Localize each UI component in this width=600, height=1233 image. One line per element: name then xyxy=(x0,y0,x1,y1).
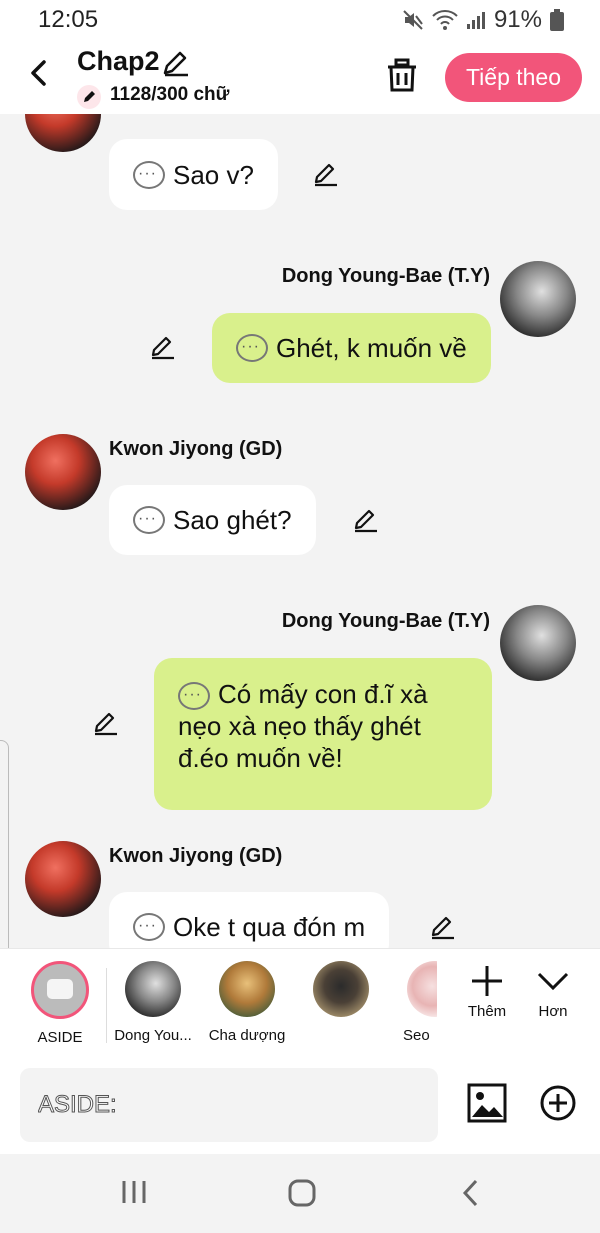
character-unnamed[interactable] xyxy=(301,961,381,1027)
chevron-down-icon xyxy=(537,972,569,991)
message-bubble[interactable]: Sao ghét? xyxy=(109,485,316,555)
divider xyxy=(106,968,107,1043)
character-label: ASIDE xyxy=(37,1029,83,1046)
avatar-gd[interactable] xyxy=(25,114,101,152)
message-bubble[interactable]: Có mấy con đ.ĩ xà nẹo xà nẹo thấy ghét đ… xyxy=(154,658,492,810)
plus-icon xyxy=(472,966,502,996)
chat-area[interactable]: Sao v? Dong Young-Bae (T.Y) Ghét, k muốn… xyxy=(0,114,600,948)
speaker-name: Dong Young-Bae (T.Y) xyxy=(281,265,490,287)
battery-percent: 91% xyxy=(493,6,542,33)
character-selector: ASIDE Dong You... Cha dượng Seo Thêm Hơn xyxy=(0,948,600,1059)
add-label: Thêm xyxy=(467,1003,507,1020)
speech-bubble-icon xyxy=(133,158,165,190)
message-bubble[interactable]: Ghét, k muốn về xyxy=(212,313,491,383)
edit-message-icon[interactable] xyxy=(92,710,118,736)
add-character-button[interactable]: Thêm xyxy=(457,959,517,1020)
character-cha-duong[interactable]: Cha dượng xyxy=(207,961,287,1044)
character-avatar xyxy=(219,961,275,1017)
message-text: Có mấy con đ.ĩ xà nẹo xà nẹo thấy ghét đ… xyxy=(178,678,428,774)
message-line: nẹo xà nẹo thấy ghét xyxy=(178,711,421,742)
avatar-ty[interactable] xyxy=(500,261,576,337)
character-avatar xyxy=(407,961,437,1017)
speech-bubble-icon xyxy=(133,503,165,535)
image-icon[interactable] xyxy=(467,1083,507,1123)
wifi-icon xyxy=(432,10,458,30)
message-line: Có mấy con đ.ĩ xà xyxy=(218,679,428,709)
system-nav-bar xyxy=(0,1154,600,1233)
message-text: Sao ghét? xyxy=(173,505,292,535)
status-icons: 91% xyxy=(402,6,564,34)
editor-header: Chap2 1128/300 chữ Tiếp theo xyxy=(0,40,600,114)
input-bar xyxy=(0,1058,600,1154)
character-label: Dong You... xyxy=(114,1027,192,1044)
edit-message-icon[interactable] xyxy=(149,334,175,360)
character-dong-young-bae[interactable]: Dong You... xyxy=(113,961,193,1044)
message-input[interactable] xyxy=(20,1068,438,1142)
recent-apps-icon[interactable] xyxy=(120,1179,148,1205)
message-text: Oke t qua đón m xyxy=(173,912,366,942)
character-avatar xyxy=(125,961,181,1017)
next-button[interactable]: Tiếp theo xyxy=(445,53,582,102)
avatar-gd[interactable] xyxy=(25,841,101,917)
back-nav-icon[interactable] xyxy=(460,1178,480,1208)
speech-bubble-icon xyxy=(178,679,210,711)
add-circle-icon[interactable] xyxy=(539,1084,577,1122)
edit-message-icon[interactable] xyxy=(429,914,455,940)
character-avatar xyxy=(313,961,369,1017)
word-count-pencil-icon xyxy=(77,85,101,109)
character-aside[interactable]: ASIDE xyxy=(20,961,100,1046)
character-label: Cha dượng xyxy=(208,1027,286,1044)
more-characters-button[interactable]: Hơn xyxy=(523,959,583,1020)
character-label: Seo xyxy=(403,1027,430,1044)
message-text: Ghét, k muốn về xyxy=(276,333,467,363)
speech-bubble-icon xyxy=(133,910,165,942)
speaker-name: Kwon Jiyong (GD) xyxy=(109,438,283,460)
trash-icon[interactable] xyxy=(386,58,418,94)
signal-icon xyxy=(466,12,485,29)
more-label: Hơn xyxy=(538,1003,568,1020)
word-count: 1128/300 chữ xyxy=(110,84,230,105)
aside-icon xyxy=(31,961,89,1019)
edit-message-icon[interactable] xyxy=(312,161,338,187)
back-arrow-icon[interactable] xyxy=(24,58,54,88)
chapter-title[interactable]: Chap2 xyxy=(77,46,160,77)
mute-icon xyxy=(403,10,423,30)
avatar-ty[interactable] xyxy=(500,605,576,681)
speaker-name: Kwon Jiyong (GD) xyxy=(109,845,283,867)
speech-bubble-icon xyxy=(236,331,268,363)
message-bubble[interactable]: Sao v? xyxy=(109,139,278,210)
message-bubble[interactable]: Oke t qua đón m xyxy=(109,892,390,948)
edit-message-icon[interactable] xyxy=(352,507,378,533)
avatar-gd[interactable] xyxy=(25,434,101,510)
edit-title-icon[interactable] xyxy=(160,48,190,78)
battery-icon xyxy=(550,9,564,31)
speaker-name: Dong Young-Bae (T.Y) xyxy=(281,610,490,632)
status-time: 12:05 xyxy=(38,6,99,33)
status-bar: 12:05 91% xyxy=(0,0,600,40)
message-text: Sao v? xyxy=(173,159,254,190)
character-seo[interactable]: Seo xyxy=(395,961,437,1044)
home-icon[interactable] xyxy=(287,1178,317,1208)
message-line: đ.éo muốn về! xyxy=(178,743,343,774)
side-drawer-handle[interactable] xyxy=(0,740,9,972)
